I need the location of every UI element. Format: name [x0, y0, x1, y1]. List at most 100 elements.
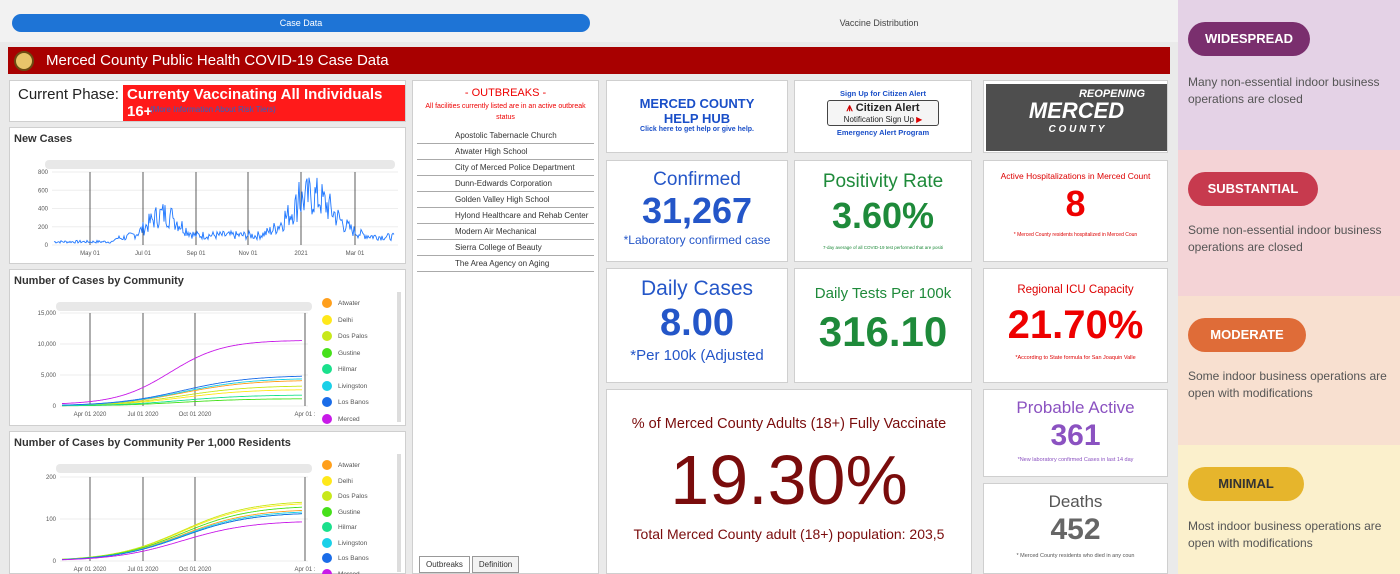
- x-tick-label: May 01: [80, 251, 100, 257]
- legend-item-livingston[interactable]: Livingston: [322, 380, 368, 391]
- outbreak-item[interactable]: The Area Agency on Aging: [417, 256, 594, 272]
- outbreak-item[interactable]: Modern Air Mechanical: [417, 224, 594, 240]
- outbreak-item[interactable]: Golden Valley High School: [417, 192, 594, 208]
- series-line-merced: [62, 340, 302, 404]
- tier-description: Some non-essential indoor business opera…: [1188, 223, 1382, 254]
- vaccinated-value: 19.30%: [670, 441, 908, 519]
- legend-dot-icon: [322, 347, 332, 358]
- new-cases-series: [53, 177, 395, 244]
- outbreak-item[interactable]: Sierra College of Beauty: [417, 240, 594, 256]
- cases-per-1000-chart: 200 100 0 Apr 01 2020 Jul 01 2020 Oct 01 2020…: [46, 475, 316, 573]
- legend-label: Delhi: [338, 477, 353, 485]
- outbreak-item[interactable]: Atwater High School: [417, 144, 594, 160]
- citizen-alert-card[interactable]: Sign Up for Citizen Alert ⩚ Citizen Aler…: [794, 80, 972, 153]
- legend-item-delhi[interactable]: Delhi: [322, 475, 353, 486]
- outbreak-item[interactable]: Dunn-Edwards Corporation: [417, 176, 594, 192]
- outbreaks-panel: - OUTBREAKS - All facilities currently l…: [412, 80, 599, 574]
- x-tick-label: Oct 01 2020: [179, 567, 212, 573]
- tier-substantial: SUBSTANTIAL Some non-essential indoor bus…: [1178, 150, 1400, 296]
- outbreak-item[interactable]: Apostolic Tabernacle Church: [417, 128, 594, 144]
- y-tick-label: 400: [38, 207, 49, 213]
- new-cases-chart: 800 600 400 200 0 May 01 Jul 01 Sep 01 Nov 01 202…: [38, 170, 398, 257]
- legend-item-gustine[interactable]: Gustine: [322, 506, 360, 517]
- legend-item-hilmar[interactable]: Hilmar: [322, 522, 357, 532]
- tier-description: Most indoor business operations are open…: [1188, 519, 1382, 550]
- legend-dot-icon: [322, 314, 332, 325]
- legend-dot-icon: [322, 537, 332, 548]
- daily-cases-note: *Per 100k (Adjusted: [630, 347, 764, 364]
- legend-item-livingston[interactable]: Livingston: [322, 537, 368, 548]
- current-phase-label: Current Phase:: [18, 86, 119, 103]
- legend-dot-icon: [322, 522, 332, 532]
- tab-outbreaks[interactable]: Outbreaks: [419, 556, 470, 573]
- tab-definition[interactable]: Definition: [471, 556, 520, 573]
- y-tick-label: 200: [38, 225, 49, 231]
- legend-label: Los Banos: [338, 555, 369, 562]
- legend-item-atwater[interactable]: Atwater: [322, 460, 360, 470]
- citizen-alert-mid: Notification Sign Up: [843, 115, 914, 124]
- tab-vaccine-distribution[interactable]: Vaccine Distribution: [590, 14, 1168, 32]
- legend-label: Dos Palos: [338, 493, 368, 500]
- legend-item-gustine[interactable]: Gustine: [322, 347, 360, 358]
- play-arrow-icon: ▶: [916, 115, 923, 124]
- county-seal-icon: [14, 51, 34, 71]
- help-hub-sub: Click here to get help or give help.: [640, 126, 754, 133]
- tier-minimal: MINIMAL Most indoor business operations a…: [1178, 445, 1400, 574]
- outbreak-item[interactable]: City of Merced Police Department: [417, 160, 594, 176]
- legend-label: Livingston: [338, 539, 368, 547]
- legend-dot-icon: [322, 380, 332, 391]
- y-tick-label: 0: [53, 404, 57, 410]
- reopening-card[interactable]: REOPENING MERCED C O U N T Y: [983, 80, 1168, 153]
- legend-label: Merced: [338, 570, 360, 574]
- outbreaks-subtitle: All facilities currently listed are in a…: [425, 103, 586, 121]
- deaths-title: Deaths: [1048, 492, 1103, 511]
- vaccinated-note: Total Merced County adult (18+) populati…: [633, 526, 945, 542]
- help-hub-card[interactable]: MERCED COUNTY HELP HUB Click here to get…: [606, 80, 788, 153]
- legend-item-delhi[interactable]: Delhi: [322, 314, 353, 325]
- x-tick-label: Jul 01 2020: [127, 567, 159, 573]
- outbreaks-title: - OUTBREAKS -: [464, 87, 547, 99]
- x-tick-label: Apr 01 :: [294, 567, 315, 573]
- probable-active-card: Probable Active 361 *New laboratory conf…: [983, 389, 1168, 477]
- legend-dot-icon: [322, 506, 332, 517]
- icu-value: 21.70%: [1007, 303, 1144, 347]
- legend-dot-icon: [322, 298, 332, 308]
- tier-label: SUBSTANTIAL: [1188, 172, 1318, 206]
- legend-label: Atwater: [338, 300, 361, 307]
- daily-tests-title: Daily Tests Per 100k: [814, 285, 952, 302]
- daily-tests-card: Daily Tests Per 100k 316.10: [794, 268, 972, 383]
- legend-dot-icon: [322, 364, 332, 374]
- y-tick-label: 5,000: [41, 373, 57, 379]
- y-tick-label: 15,000: [38, 311, 57, 317]
- risk-tiers-link[interactable]: (More Information About Risk Tiers): [150, 105, 276, 114]
- legend-item-merced[interactable]: Merced: [322, 568, 360, 574]
- legend-item-merced[interactable]: Merced: [322, 413, 360, 424]
- positivity-title: Positivity Rate: [822, 171, 944, 192]
- legend-label: Hilmar: [338, 366, 357, 373]
- hospitalizations-value: 8: [1065, 183, 1086, 224]
- outbreak-item[interactable]: Hylond Healthcare and Rehab Center: [417, 208, 594, 224]
- legend-item-los-banos[interactable]: Los Banos: [322, 397, 369, 407]
- x-tick-label: Apr 01 :: [294, 412, 315, 418]
- legend-item-los-banos[interactable]: Los Banos: [322, 553, 369, 563]
- icu-note: *According to State formula for San Joaq…: [1015, 355, 1136, 361]
- tier-label: MODERATE: [1188, 318, 1306, 352]
- legend-label: Los Banos: [338, 399, 369, 406]
- probable-active-title: Probable Active: [1016, 398, 1135, 417]
- page-title: Merced County Public Health COVID-19 Cas…: [8, 47, 1170, 74]
- x-tick-label: Jul 01 2020: [127, 412, 159, 418]
- tab-case-data[interactable]: Case Data: [12, 14, 590, 32]
- icu-card: Regional ICU Capacity 21.70% *According …: [983, 268, 1168, 383]
- daily-cases-value: 8.00: [660, 302, 734, 344]
- x-tick-label: Oct 01 2020: [179, 412, 212, 418]
- new-cases-panel: New Cases 800 600 400 200 0 May 01 Jul 01 Sep 0…: [9, 127, 406, 264]
- legend-item-atwater[interactable]: Atwater: [322, 298, 361, 308]
- legend-item-dos-palos[interactable]: Dos Palos: [322, 491, 368, 501]
- legend-item-dos-palos[interactable]: Dos Palos: [322, 331, 368, 341]
- legend-label: Livingston: [338, 382, 368, 390]
- help-hub-line1: MERCED COUNTY: [639, 96, 755, 111]
- x-tick-label: Apr 01 2020: [74, 412, 107, 418]
- daily-tests-value: 316.10: [818, 308, 948, 355]
- x-tick-label: Nov 01: [238, 251, 258, 257]
- legend-item-hilmar[interactable]: Hilmar: [322, 364, 357, 374]
